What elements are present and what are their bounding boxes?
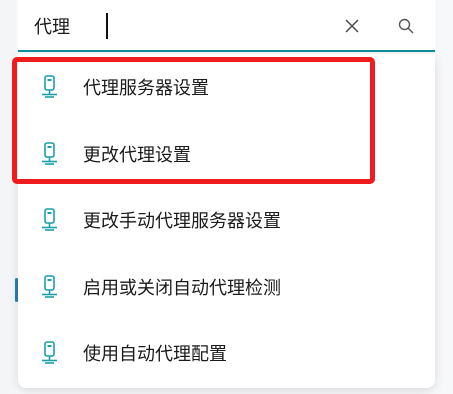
result-item-auto-proxy-detection[interactable]: 启用或关闭自动代理检测 xyxy=(18,258,435,316)
proxy-settings-icon xyxy=(42,341,57,364)
close-icon xyxy=(345,19,359,33)
result-item-change-manual-proxy-settings[interactable]: 更改手动代理服务器设置 xyxy=(18,191,435,249)
result-item-label: 启用或关闭自动代理检测 xyxy=(83,278,281,299)
proxy-settings-icon xyxy=(42,75,57,98)
result-item-label: 更改代理设置 xyxy=(83,145,191,166)
clear-search-button[interactable] xyxy=(340,14,364,38)
result-item-label: 更改手动代理服务器设置 xyxy=(83,211,281,232)
result-item-label: 使用自动代理配置 xyxy=(83,344,227,365)
search-icon xyxy=(398,18,414,34)
proxy-settings-icon xyxy=(42,275,57,298)
search-box[interactable] xyxy=(18,0,435,52)
text-caret xyxy=(106,13,108,39)
search-input[interactable] xyxy=(34,12,334,40)
result-item-change-proxy-settings[interactable]: 更改代理设置 xyxy=(18,125,435,183)
proxy-settings-icon xyxy=(42,208,57,231)
settings-search-canvas: 代理服务器设置 更改代理设置 更改手动代理服务器设置 xyxy=(0,0,453,394)
search-results-dropdown: 代理服务器设置 更改代理设置 更改手动代理服务器设置 启用或关闭自动代理检测 使… xyxy=(18,54,435,388)
search-button[interactable] xyxy=(394,14,418,38)
background-window xyxy=(0,0,16,394)
proxy-settings-icon xyxy=(42,142,57,165)
result-item-label: 代理服务器设置 xyxy=(83,78,209,99)
result-item-proxy-server-settings[interactable]: 代理服务器设置 xyxy=(18,58,435,116)
result-item-auto-proxy-config[interactable]: 使用自动代理配置 xyxy=(18,324,435,382)
